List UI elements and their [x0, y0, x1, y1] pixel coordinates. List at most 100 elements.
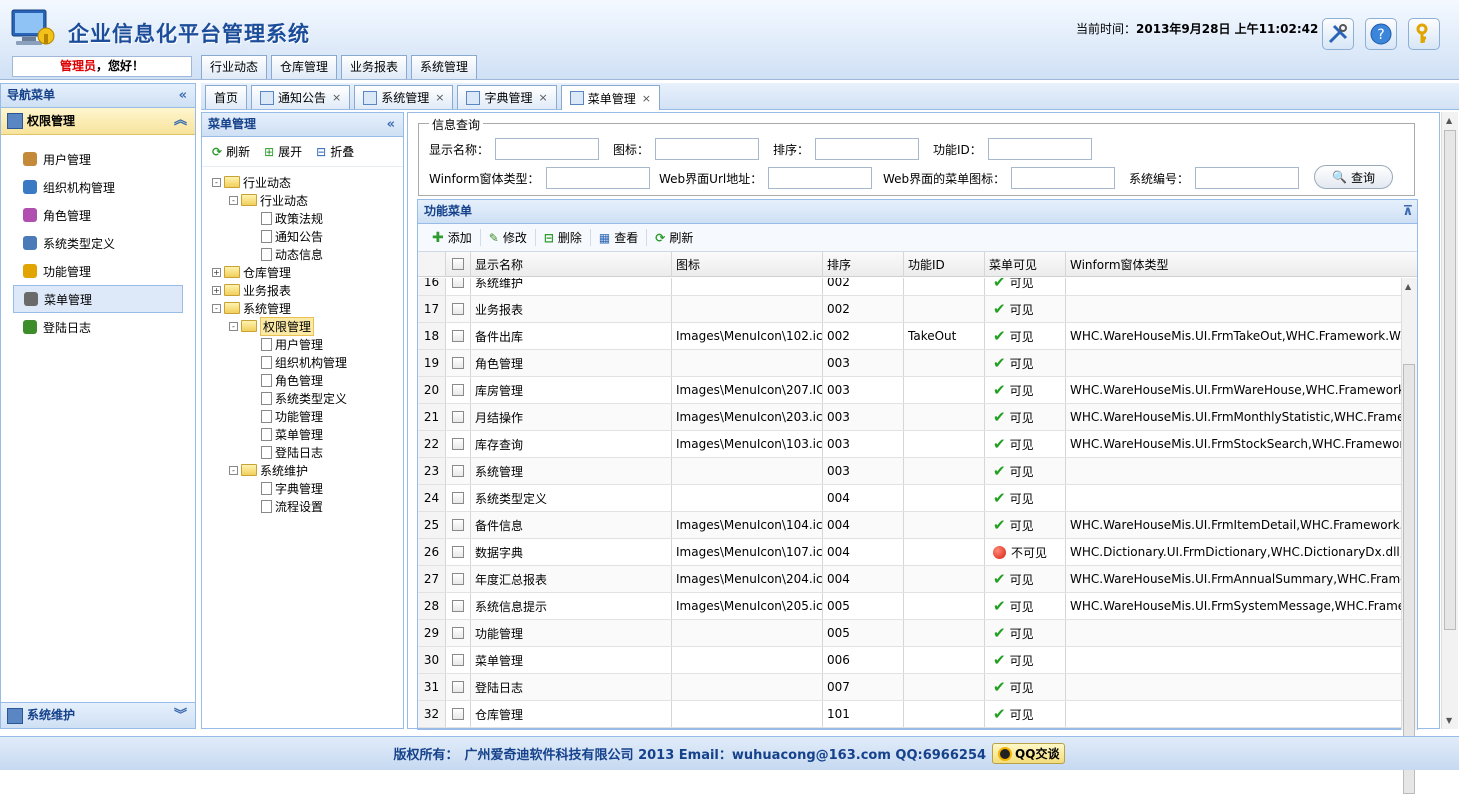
row-checkbox[interactable] [446, 296, 471, 322]
left-nav-section[interactable]: 权限管理 ︽ [1, 108, 195, 135]
tree-node[interactable]: 角色管理 [212, 371, 403, 389]
col-header[interactable]: 图标 [672, 252, 823, 276]
close-icon[interactable]: × [332, 91, 341, 104]
table-row[interactable]: 17 业务报表 002 ✔ 可见 [418, 296, 1402, 323]
tree-node[interactable]: - 行业动态 [212, 173, 403, 191]
web-menu-icon-input[interactable] [1011, 167, 1116, 189]
tree-refresh-button[interactable]: ⟳ 刷新 [212, 143, 250, 160]
query-button[interactable]: 🔍 查询 [1314, 165, 1393, 189]
row-checkbox[interactable] [446, 593, 471, 619]
row-checkbox[interactable] [446, 377, 471, 403]
main-nav-tab[interactable]: 行业动态 [201, 55, 268, 79]
left-nav-item[interactable]: 用户管理 [13, 145, 183, 173]
function-id-input[interactable] [987, 138, 1092, 160]
content-tab[interactable]: 通知公告 × [251, 85, 351, 109]
tree-node[interactable]: - 权限管理 [212, 316, 403, 336]
table-row[interactable]: 18 备件出库 Images\MenuIcon\102.ico 002 TakeOut ✔… [418, 323, 1402, 350]
grid-refresh-button[interactable]: ⟳ 刷新 [647, 229, 701, 246]
row-checkbox[interactable] [446, 458, 471, 484]
row-checkbox[interactable] [446, 566, 471, 592]
display-name-input[interactable] [495, 138, 600, 160]
table-row[interactable]: 25 备件信息 Images\MenuIcon\104.ico 004 ✔ 可见 WHC.W… [418, 512, 1402, 539]
col-header[interactable]: Winform窗体类型 [1066, 252, 1417, 276]
expand-toggle-icon[interactable]: - [229, 195, 238, 205]
left-nav-item[interactable]: 登陆日志 [13, 313, 183, 341]
row-checkbox[interactable] [446, 647, 471, 673]
tree-node[interactable]: 登陆日志 [212, 443, 403, 461]
tree-node[interactable]: 系统类型定义 [212, 389, 403, 407]
qq-chat-button[interactable]: QQ交谈 [992, 743, 1066, 764]
collapse-left-icon[interactable]: « [179, 84, 187, 107]
left-nav-footer-section[interactable]: 系统维护 ︾ [1, 702, 195, 728]
tree-collapse-button[interactable]: ⊟ 折叠 [316, 143, 354, 160]
table-row[interactable]: 19 角色管理 003 ✔ 可见 [418, 350, 1402, 377]
select-all-checkbox[interactable] [446, 252, 471, 276]
collapse-tree-icon[interactable]: « [387, 113, 395, 136]
tree-node[interactable]: 通知公告 [212, 227, 403, 245]
table-row[interactable]: 30 菜单管理 006 ✔ 可见 [418, 647, 1402, 674]
row-checkbox[interactable] [446, 431, 471, 457]
main-nav-tab[interactable]: 仓库管理 [271, 55, 338, 79]
help-button[interactable]: ? [1365, 18, 1397, 50]
left-nav-item[interactable]: 组织机构管理 [13, 173, 183, 201]
row-checkbox[interactable] [446, 485, 471, 511]
tree-node[interactable]: + 业务报表 [212, 281, 403, 299]
system-id-input[interactable] [1195, 167, 1300, 189]
table-row[interactable]: 24 系统类型定义 004 ✔ 可见 [418, 485, 1402, 512]
table-row[interactable]: 22 库存查询 Images\MenuIcon\103.ico 003 ✔ 可见 WHC.W… [418, 431, 1402, 458]
logout-key-button[interactable] [1408, 18, 1440, 50]
content-tab[interactable]: 首页 [205, 85, 248, 109]
content-tab[interactable]: 字典管理 × [457, 85, 557, 109]
table-row[interactable]: 29 功能管理 005 ✔ 可见 [418, 620, 1402, 647]
table-row[interactable]: 27 年度汇总报表 Images\MenuIcon\204.ico 004 ✔ 可见 WHC… [418, 566, 1402, 593]
row-checkbox[interactable] [446, 701, 471, 727]
col-header[interactable]: 功能ID [904, 252, 985, 276]
table-row[interactable]: 20 库房管理 Images\MenuIcon\207.ICO 003 ✔ 可见 WHC.W… [418, 377, 1402, 404]
table-row[interactable]: 16 系统维护 002 ✔ 可见 [418, 278, 1402, 296]
tree-node[interactable]: 流程设置 [212, 497, 403, 515]
close-icon[interactable]: × [435, 91, 444, 104]
col-header[interactable]: 显示名称 [471, 252, 672, 276]
expand-toggle-icon[interactable]: - [229, 321, 238, 331]
tree-expand-button[interactable]: ⊞ 展开 [264, 143, 302, 160]
grid-scrollbar[interactable]: ▲ [1401, 278, 1417, 794]
row-checkbox[interactable] [446, 620, 471, 646]
row-checkbox[interactable] [446, 278, 471, 295]
expand-toggle-icon[interactable]: + [212, 285, 221, 295]
tree-node[interactable]: 用户管理 [212, 335, 403, 353]
page-scrollbar[interactable]: ▲ ▼ [1441, 112, 1458, 729]
col-header[interactable]: 排序 [823, 252, 904, 276]
table-row[interactable]: 31 登陆日志 007 ✔ 可见 [418, 674, 1402, 701]
tree-node[interactable]: 动态信息 [212, 245, 403, 263]
tree-node[interactable]: + 仓库管理 [212, 263, 403, 281]
row-checkbox[interactable] [446, 323, 471, 349]
winform-type-input[interactable] [545, 167, 650, 189]
left-nav-item[interactable]: 功能管理 [13, 257, 183, 285]
icon-input[interactable] [655, 138, 760, 160]
row-checkbox[interactable] [446, 404, 471, 430]
tree-node[interactable]: 字典管理 [212, 479, 403, 497]
tree-node[interactable]: 政策法规 [212, 209, 403, 227]
row-checkbox[interactable] [446, 674, 471, 700]
chevron-up-icon[interactable]: ︽ [174, 108, 187, 134]
row-checkbox[interactable] [446, 512, 471, 538]
main-nav-tab[interactable]: 系统管理 [411, 55, 478, 79]
tree-node[interactable]: - 系统管理 [212, 299, 403, 317]
col-header[interactable]: 菜单可见 [985, 252, 1066, 276]
collapse-grid-icon[interactable]: ⊼ [1402, 200, 1413, 223]
web-url-input[interactable] [768, 167, 873, 189]
row-checkbox[interactable] [446, 539, 471, 565]
main-nav-tab[interactable]: 业务报表 [341, 55, 408, 79]
close-icon[interactable]: × [642, 92, 651, 105]
left-nav-item[interactable]: 系统类型定义 [13, 229, 183, 257]
expand-toggle-icon[interactable]: + [212, 267, 221, 277]
tree-node[interactable]: - 系统维护 [212, 461, 403, 479]
tree-node[interactable]: 组织机构管理 [212, 353, 403, 371]
table-row[interactable]: 26 数据字典 Images\MenuIcon\107.ico 004 不可见 WHC.D… [418, 539, 1402, 566]
table-row[interactable]: 28 系统信息提示 Images\MenuIcon\205.ico 005 ✔ 可见 WHC… [418, 593, 1402, 620]
tree-node[interactable]: 功能管理 [212, 407, 403, 425]
chevron-down-icon[interactable]: ︾ [174, 703, 187, 728]
tree-node[interactable]: - 行业动态 [212, 191, 403, 209]
left-nav-item[interactable]: 角色管理 [13, 201, 183, 229]
expand-toggle-icon[interactable]: - [212, 303, 221, 313]
